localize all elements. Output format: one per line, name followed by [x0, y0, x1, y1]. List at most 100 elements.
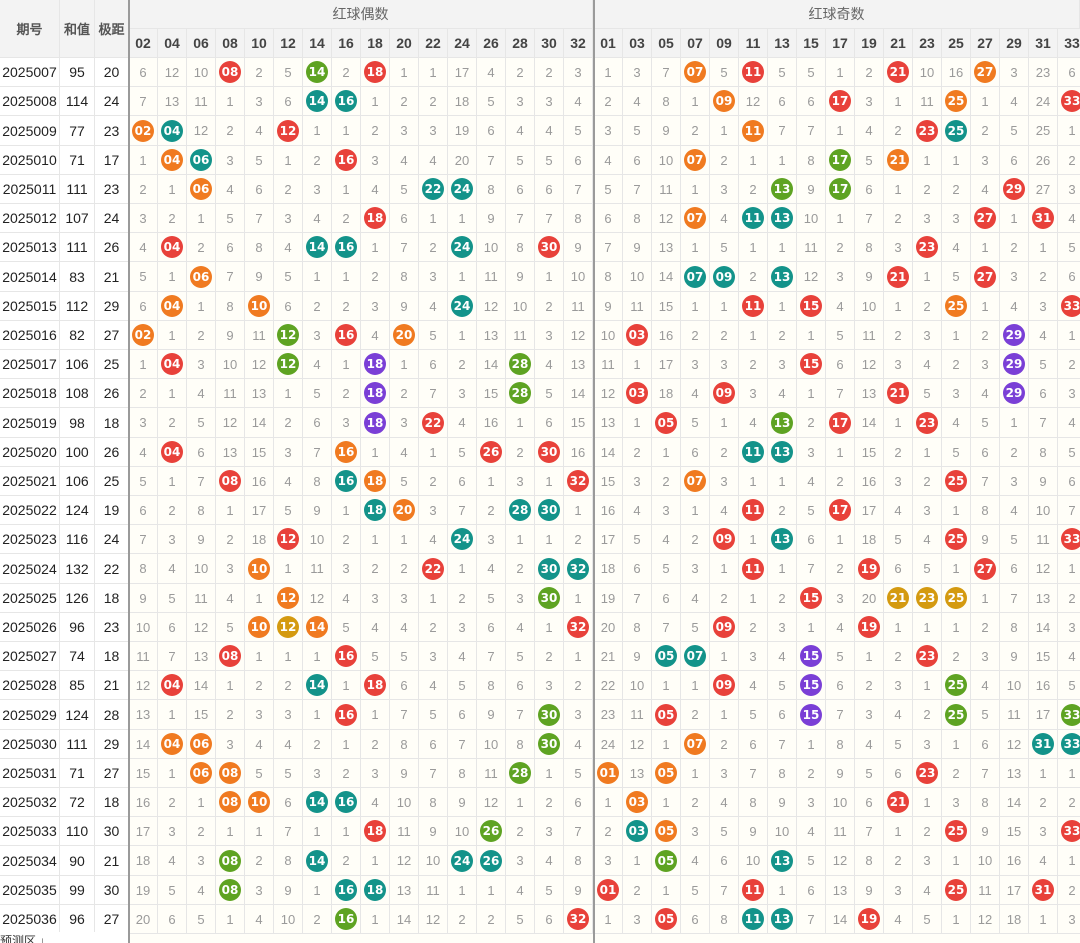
- cell-text: 1: [313, 648, 321, 664]
- cell-text: 1: [371, 531, 379, 547]
- drawn-ball: 31: [1032, 207, 1054, 229]
- even-cell: 30: [535, 730, 564, 759]
- cell-text: 4: [545, 853, 553, 868]
- drawn-ball: 22: [422, 557, 444, 580]
- odd-cell: 14: [1029, 613, 1058, 642]
- cell-text: 19: [861, 35, 877, 51]
- cell-text: 7: [865, 210, 873, 226]
- drawn-ball: 16: [335, 791, 357, 813]
- cell-text: 11: [630, 707, 644, 722]
- even-cell: 8: [187, 496, 216, 525]
- odd-cell: 1: [1058, 846, 1080, 876]
- cell-text: 5: [778, 64, 786, 80]
- cell-text: 2: [429, 239, 437, 255]
- odd-cell: 2: [942, 175, 971, 204]
- even-cell: 2: [187, 233, 216, 262]
- odd-cell: 25: [942, 467, 971, 496]
- odd-cell: 1: [942, 554, 971, 584]
- cell-text: 3: [894, 882, 902, 898]
- cell-text: 2: [836, 239, 844, 255]
- odd-cell: 15: [1029, 642, 1058, 671]
- cell-text: 5: [749, 707, 757, 722]
- odd-cell: 2: [884, 204, 913, 233]
- odd-cell: 3: [1058, 905, 1080, 934]
- cell-text: 3: [1039, 823, 1047, 839]
- even-cell: 30: [535, 233, 564, 262]
- cell-text: 1: [836, 64, 844, 80]
- cell-text: 1: [923, 677, 931, 693]
- cell-text: 1: [952, 327, 960, 343]
- period-cell: 2025011: [0, 175, 60, 204]
- range-cell: 24: [95, 87, 129, 116]
- odd-cell: 05: [652, 759, 681, 788]
- even-cell: 26: [477, 846, 506, 876]
- odd-cell: 4: [710, 496, 739, 525]
- even-cell: 30: [535, 496, 564, 525]
- odd-cell: 2: [768, 321, 797, 350]
- cell-text: 4: [168, 561, 176, 576]
- cell-text: 18: [103, 648, 120, 664]
- cell-text: 2025012: [2, 210, 57, 226]
- even-cell: 2: [535, 292, 564, 321]
- odd-cell: 9: [826, 759, 855, 788]
- cell-text: 2: [313, 736, 321, 752]
- cell-text: 1: [429, 444, 437, 460]
- odd-cell: 15: [1000, 817, 1029, 846]
- odd-cell: 2: [710, 438, 739, 467]
- odd-cell: 5: [1000, 116, 1029, 146]
- cell-text: 20: [600, 619, 616, 635]
- cell-text: 13: [600, 415, 616, 430]
- even-cell: 3: [303, 321, 332, 350]
- even-cell: 3: [361, 146, 390, 175]
- odd-cell: 4: [739, 671, 768, 700]
- cell-text: 7: [836, 385, 844, 401]
- even-cell: 18: [361, 817, 390, 846]
- cell-text: 7: [516, 210, 524, 226]
- cell-text: 5: [981, 707, 989, 722]
- even-cell: 8: [390, 262, 419, 292]
- cell-text: 2025033: [2, 823, 57, 839]
- cell-text: 6: [168, 619, 176, 635]
- cell-text: 13: [832, 882, 848, 898]
- odd-cell: 1: [681, 759, 710, 788]
- odd-cell: 6: [884, 554, 913, 584]
- odd-cell: 1: [942, 146, 971, 175]
- even-cell: 12: [187, 613, 216, 642]
- odd-cell: 2: [797, 759, 826, 788]
- odd-cell: 3: [681, 554, 710, 584]
- even-cell: 2: [361, 730, 390, 759]
- cell-text: 26: [1035, 152, 1051, 168]
- odd-cell: 5: [913, 379, 942, 408]
- odd-cell: 09: [710, 262, 739, 292]
- odd-cell: 1: [826, 204, 855, 233]
- even-cell: 1: [448, 554, 477, 584]
- even-cell: 10: [448, 817, 477, 846]
- odd-cell: 2: [913, 175, 942, 204]
- cell-text: 2: [342, 210, 350, 226]
- odd-cell: 14: [1000, 788, 1029, 817]
- drawn-ball: 28: [509, 499, 531, 521]
- odd-group-header: 红球奇数: [594, 0, 1080, 29]
- cell-text: 6: [633, 152, 641, 168]
- cell-text: 1: [894, 181, 902, 197]
- odd-cell: 8: [652, 87, 681, 116]
- even-cell: 12: [187, 116, 216, 146]
- odd-cell: 2: [623, 438, 652, 467]
- odd-cell: 9: [623, 233, 652, 262]
- cell-text: 1: [139, 152, 147, 168]
- cell-text: 6: [1068, 64, 1076, 80]
- odd-cell: 4: [623, 87, 652, 116]
- cell-text: 9: [981, 823, 989, 839]
- drawn-ball: 33: [1061, 820, 1080, 842]
- odd-cell: 33: [1058, 292, 1080, 321]
- cell-text: 2: [749, 356, 757, 372]
- cell-text: 8: [574, 853, 582, 868]
- even-cell: 7: [303, 438, 332, 467]
- cell-text: 10: [309, 531, 325, 547]
- cell-text: 3: [836, 590, 844, 606]
- odd-cell: 16: [855, 467, 884, 496]
- even-cell: 2: [216, 116, 245, 146]
- cell-text: 13: [1035, 590, 1051, 606]
- cell-text: 72: [69, 794, 85, 810]
- cell-text: 6: [691, 911, 699, 927]
